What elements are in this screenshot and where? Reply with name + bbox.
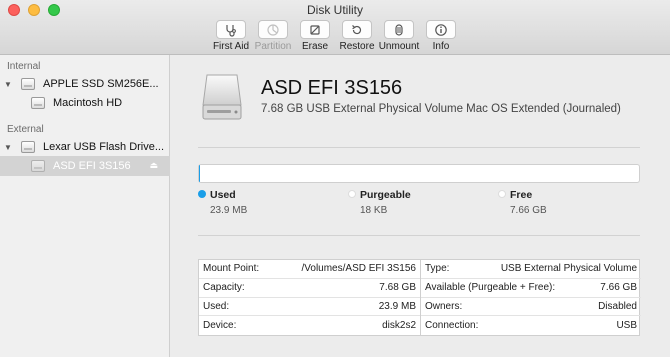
info-key: Type: xyxy=(425,263,450,275)
toolbar: First Aid Partition Erase Restore Unmoun… xyxy=(210,20,462,52)
used-color-dot xyxy=(198,190,206,198)
sidebar-item-macintosh-hd[interactable]: Macintosh HD xyxy=(0,93,170,113)
partition-button-frame[interactable] xyxy=(258,20,288,39)
info-value: USB xyxy=(616,320,637,332)
external-drive-icon xyxy=(202,74,242,120)
unmount-button-frame[interactable] xyxy=(384,20,414,39)
divider xyxy=(198,147,640,148)
main-panel: ASD EFI 3S156 7.68 GB USB External Physi… xyxy=(171,55,670,357)
volume-name: ASD EFI 3S156 xyxy=(261,77,403,99)
info-button[interactable]: Info xyxy=(420,20,462,52)
info-row-mount-point: Mount Point: /Volumes/ASD EFI 3S156 xyxy=(199,260,420,279)
erase-button-frame[interactable] xyxy=(300,20,330,39)
pie-icon xyxy=(267,23,279,36)
disclosure-triangle-icon[interactable]: ▼ xyxy=(4,80,14,89)
usage-bar-used-fill xyxy=(199,165,201,182)
sidebar-item-label: ASD EFI 3S156 xyxy=(53,160,131,172)
info-key: Connection: xyxy=(425,320,479,332)
section-header-internal: Internal xyxy=(7,61,41,72)
purgeable-color-dot xyxy=(348,190,356,198)
first-aid-button-frame[interactable] xyxy=(216,20,246,39)
eject-icon[interactable]: ⏏ xyxy=(149,160,158,171)
legend-used-value: 23.9 MB xyxy=(210,205,248,216)
legend-purgeable-value: 18 KB xyxy=(360,205,388,216)
unmount-button[interactable]: Unmount xyxy=(378,20,420,52)
erase-label: Erase xyxy=(301,41,329,52)
restore-label: Restore xyxy=(339,41,375,52)
volume-info-table: Mount Point: /Volumes/ASD EFI 3S156 Capac… xyxy=(198,259,641,336)
title-bar: Disk Utility First Aid Partition Erase R… xyxy=(0,0,670,55)
restore-button[interactable]: Restore xyxy=(336,20,378,52)
info-row-available: Available (Purgeable + Free): 7.66 GB xyxy=(421,279,641,298)
partition-button[interactable]: Partition xyxy=(252,20,294,52)
disclosure-triangle-icon[interactable]: ▼ xyxy=(4,143,14,152)
sidebar-item-label: Lexar USB Flash Drive... xyxy=(43,141,165,153)
info-value: 7.66 GB xyxy=(600,282,637,294)
divider xyxy=(198,235,640,236)
legend-purgeable-label: Purgeable xyxy=(360,189,411,201)
erase-button[interactable]: Erase xyxy=(294,20,336,52)
eraser-icon xyxy=(310,24,320,35)
legend-used-label: Used xyxy=(210,189,236,201)
info-column-right: Type: USB External Physical Volume Availa… xyxy=(420,260,641,335)
sidebar-item-apple-ssd[interactable]: ▼ APPLE SSD SM256E... xyxy=(0,74,170,94)
usage-bar xyxy=(198,164,640,183)
info-value: 7.68 GB xyxy=(379,282,416,294)
info-label: Info xyxy=(432,41,450,52)
sidebar: Internal ▼ APPLE SSD SM256E... Macintosh… xyxy=(0,55,170,357)
first-aid-label: First Aid xyxy=(212,41,250,52)
section-header-external: External xyxy=(7,124,44,135)
legend-free-value: 7.66 GB xyxy=(510,205,547,216)
sidebar-item-asd-efi[interactable]: ASD EFI 3S156 ⏏ xyxy=(0,156,170,176)
info-key: Capacity: xyxy=(203,282,245,294)
info-key: Available (Purgeable + Free): xyxy=(425,282,556,294)
disk-icon xyxy=(21,141,35,153)
info-button-frame[interactable] xyxy=(426,20,456,39)
info-value: 23.9 MB xyxy=(378,300,416,312)
volume-icon xyxy=(31,160,45,172)
info-row-connection: Connection: USB xyxy=(421,316,641,335)
volume-icon xyxy=(31,97,45,109)
info-key: Device: xyxy=(203,320,237,332)
info-row-device: Device: disk2s2 xyxy=(199,316,420,335)
free-color-dot xyxy=(498,190,506,198)
legend-free-label: Free xyxy=(510,189,533,201)
info-icon xyxy=(435,23,447,36)
info-row-type: Type: USB External Physical Volume xyxy=(421,260,641,279)
volume-description: 7.68 GB USB External Physical Volume Mac… xyxy=(261,103,621,115)
first-aid-button[interactable]: First Aid xyxy=(210,20,252,52)
window-title: Disk Utility xyxy=(307,3,363,17)
info-value: Disabled xyxy=(598,300,637,312)
info-key: Owners: xyxy=(425,300,463,312)
sidebar-item-lexar-usb[interactable]: ▼ Lexar USB Flash Drive... xyxy=(0,137,170,157)
unmount-label: Unmount xyxy=(378,41,420,52)
info-row-capacity: Capacity: 7.68 GB xyxy=(199,279,420,298)
info-value: USB External Physical Volume xyxy=(500,263,637,275)
partition-label: Partition xyxy=(254,41,292,52)
restore-button-frame[interactable] xyxy=(342,20,372,39)
restore-icon xyxy=(352,24,362,34)
info-column-left: Mount Point: /Volumes/ASD EFI 3S156 Capac… xyxy=(199,260,420,335)
sidebar-item-label: Macintosh HD xyxy=(53,97,123,109)
info-key: Used: xyxy=(203,300,230,312)
info-value: disk2s2 xyxy=(382,320,416,332)
disk-icon xyxy=(21,78,35,90)
info-key: Mount Point: xyxy=(203,263,260,275)
stethoscope-icon xyxy=(226,24,236,37)
info-row-used: Used: 23.9 MB xyxy=(199,298,420,317)
sidebar-item-label: APPLE SSD SM256E... xyxy=(43,78,159,90)
info-row-owners: Owners: Disabled xyxy=(421,298,641,317)
info-value: /Volumes/ASD EFI 3S156 xyxy=(301,263,416,275)
unmount-icon xyxy=(395,23,403,36)
